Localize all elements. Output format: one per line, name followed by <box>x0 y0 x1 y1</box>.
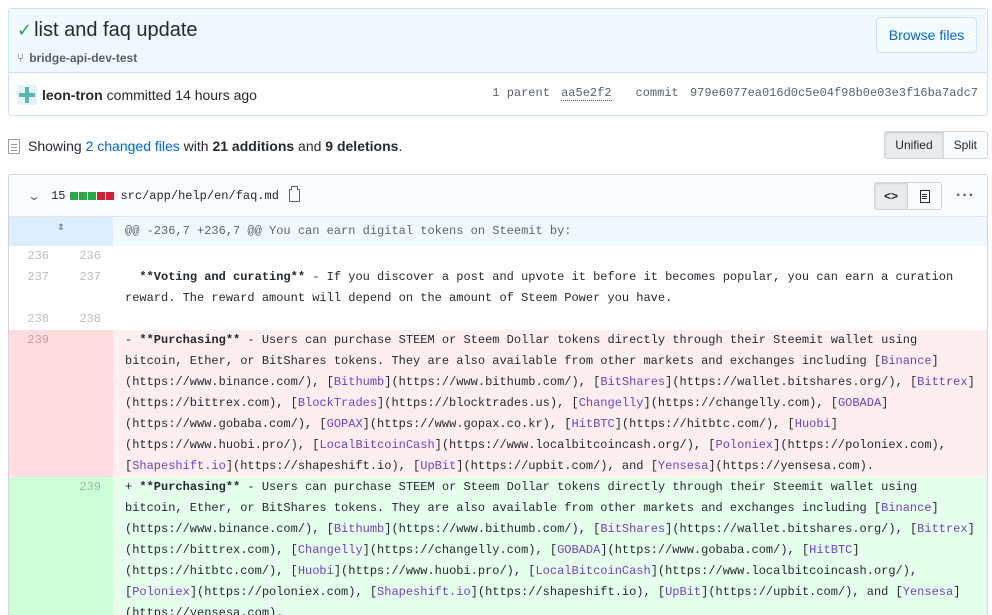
line-content: **Voting and curating** - If you discove… <box>113 267 987 309</box>
diffstat-add-block <box>79 191 88 200</box>
file-header: ⌄ 15 src/app/help/en/faq.md <> ··· <box>9 175 987 217</box>
added-row: 239 + **Purchasing** - Users can purchas… <box>9 477 987 615</box>
old-line-number[interactable]: 238 <box>9 309 61 330</box>
expand-icon[interactable]: ⇕ <box>9 217 113 246</box>
commit-time: 14 hours ago <box>175 86 257 103</box>
commit-sha: 979e6077ea016d0c5e04f98b0e03e3f16ba7adc7 <box>689 86 978 100</box>
new-line-number[interactable]: 238 <box>61 309 113 330</box>
deleted-row: 239 - **Purchasing** - Users can purchas… <box>9 330 987 477</box>
new-line-number[interactable]: 237 <box>61 267 113 309</box>
diff-summary-bar: Showing 2 changed files with 21 addition… <box>8 131 988 160</box>
chevron-down-icon[interactable]: ⌄ <box>27 189 40 203</box>
additions-count: 21 additions <box>212 138 295 154</box>
line-content <box>113 309 987 330</box>
diffstat-del-block <box>106 191 115 200</box>
table-row: 236 236 <box>9 246 987 267</box>
diff-summary: Showing 2 changed files with 21 addition… <box>28 138 403 154</box>
with-label: with <box>183 138 209 154</box>
source-view-button[interactable]: <> <box>874 182 909 210</box>
file-path[interactable]: src/app/help/en/faq.md <box>120 189 278 203</box>
branch-name[interactable]: bridge-api-dev-test <box>29 51 137 65</box>
commit-title-text: list and faq update <box>34 19 198 41</box>
diffstat-bar <box>70 191 115 200</box>
file-diff: ⌄ 15 src/app/help/en/faq.md <> ··· ⇕ @@ … <box>8 174 988 615</box>
rich-diff-button[interactable] <box>908 182 943 210</box>
and-label: and <box>298 138 322 154</box>
more-options-icon[interactable]: ··· <box>956 187 975 205</box>
commit-meta: leon-tron committed 14 hours ago 1 paren… <box>9 73 987 116</box>
old-line-number[interactable]: 239 <box>9 330 61 477</box>
table-row: 237 237 **Voting and curating** - If you… <box>9 267 987 309</box>
table-row: 238 238 <box>9 309 987 330</box>
avatar[interactable] <box>17 84 37 105</box>
browse-files-button[interactable]: Browse files <box>876 17 977 53</box>
author-link[interactable]: leon-tron <box>42 87 103 103</box>
parent-sha-link[interactable]: aa5e2f2 <box>561 86 612 101</box>
diffstat-add-block <box>88 191 97 200</box>
diffstat-add-block <box>70 191 79 200</box>
file-diff-icon[interactable] <box>8 138 20 154</box>
new-line-number[interactable]: 239 <box>61 477 113 615</box>
change-count: 15 <box>51 188 66 203</box>
hunk-row: ⇕ @@ -236,7 +236,7 @@ You can earn digit… <box>9 217 987 246</box>
commit-shas: 1 parent aa5e2f2 commit 979e6077ea016d0c… <box>492 86 978 101</box>
old-line-number[interactable]: 236 <box>9 246 61 267</box>
parent-label: 1 parent <box>492 86 550 100</box>
diff-table: ⇕ @@ -236,7 +236,7 @@ You can earn digit… <box>9 217 987 615</box>
new-line-number[interactable]: 236 <box>61 246 113 267</box>
diffstat-del-block <box>97 191 106 200</box>
diff-view-toggle: Unified Split <box>884 131 988 159</box>
hunk-header: @@ -236,7 +236,7 @@ You can earn digital… <box>113 217 987 246</box>
check-icon: ✓ <box>17 20 33 40</box>
old-line-number[interactable]: 237 <box>9 267 61 309</box>
showing-label: Showing <box>28 138 82 154</box>
committed-label: committed <box>106 86 172 103</box>
changed-files-link[interactable]: 2 changed files <box>86 138 180 154</box>
commit-title-bar: ✓ list and faq update ⑂ bridge-api-dev-t… <box>9 9 987 73</box>
commit-label: commit <box>635 86 679 100</box>
code-icon: <> <box>884 189 899 203</box>
bold-text: **Voting and curating** <box>139 270 306 284</box>
split-view-button[interactable]: Split <box>943 131 988 159</box>
line-content <box>113 246 987 267</box>
file-actions: <> ··· <box>874 182 975 210</box>
branch-label[interactable]: ⑂ bridge-api-dev-test <box>17 51 137 65</box>
deleted-line-content: - **Purchasing** - Users can purchase ST… <box>113 330 987 477</box>
unified-view-button[interactable]: Unified <box>884 131 944 159</box>
old-line-number <box>9 477 61 615</box>
commit-header: ✓ list and faq update ⑂ bridge-api-dev-t… <box>8 8 988 116</box>
git-branch-icon: ⑂ <box>17 51 25 65</box>
file-icon <box>919 189 930 203</box>
deletions-count: 9 deletions <box>325 138 399 154</box>
clipboard-icon[interactable] <box>288 186 300 202</box>
added-line-content: + **Purchasing** - Users can purchase ST… <box>113 477 987 615</box>
commit-title: ✓ list and faq update <box>17 19 198 42</box>
new-line-number <box>61 330 113 477</box>
